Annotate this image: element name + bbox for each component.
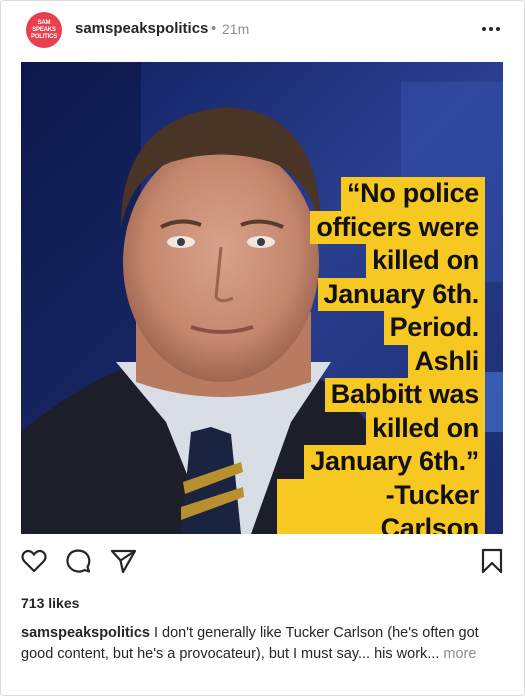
quote-line: Period.	[277, 311, 485, 345]
post-timestamp[interactable]: 21m	[222, 21, 249, 37]
avatar-text-line: SPEAKS	[32, 27, 56, 33]
caption-username[interactable]: samspeakspolitics	[21, 625, 150, 641]
separator-dot: •	[211, 20, 217, 37]
post-caption: samspeakspolitics I don't generally like…	[21, 623, 491, 665]
heart-icon[interactable]	[19, 546, 49, 578]
post-header: SAM SPEAKS POLITICS samspeakspolitics • …	[1, 1, 525, 59]
quote-line: killed on	[277, 244, 485, 278]
more-options-icon[interactable]	[479, 19, 503, 39]
likes-count[interactable]: 713 likes	[21, 595, 79, 611]
quote-line: killed on	[277, 411, 485, 445]
avatar-text-line: POLITICS	[30, 34, 58, 40]
share-icon[interactable]	[108, 546, 138, 578]
quote-line: “No police	[277, 177, 485, 211]
author-username[interactable]: samspeakspolitics	[75, 20, 208, 37]
quote-line: -Tucker Carlson	[277, 478, 485, 534]
quote-overlay: “No police officers were killed on Janua…	[277, 177, 485, 534]
quote-line: Babbitt was	[277, 378, 485, 412]
post-actions	[1, 546, 525, 582]
avatar-text-line: SAM	[37, 20, 51, 26]
post-card: SAM SPEAKS POLITICS samspeakspolitics • …	[0, 0, 525, 696]
quote-line: Ashli	[277, 344, 485, 378]
caption-more-link[interactable]: more	[439, 646, 476, 662]
quote-line: January 6th.”	[277, 445, 485, 479]
comment-icon[interactable]	[63, 546, 93, 578]
bookmark-icon[interactable]	[479, 546, 509, 578]
avatar[interactable]: SAM SPEAKS POLITICS	[26, 12, 62, 48]
post-image[interactable]: “No police officers were killed on Janua…	[21, 62, 503, 534]
quote-line: January 6th.	[277, 277, 485, 311]
quote-line: officers were	[277, 210, 485, 244]
